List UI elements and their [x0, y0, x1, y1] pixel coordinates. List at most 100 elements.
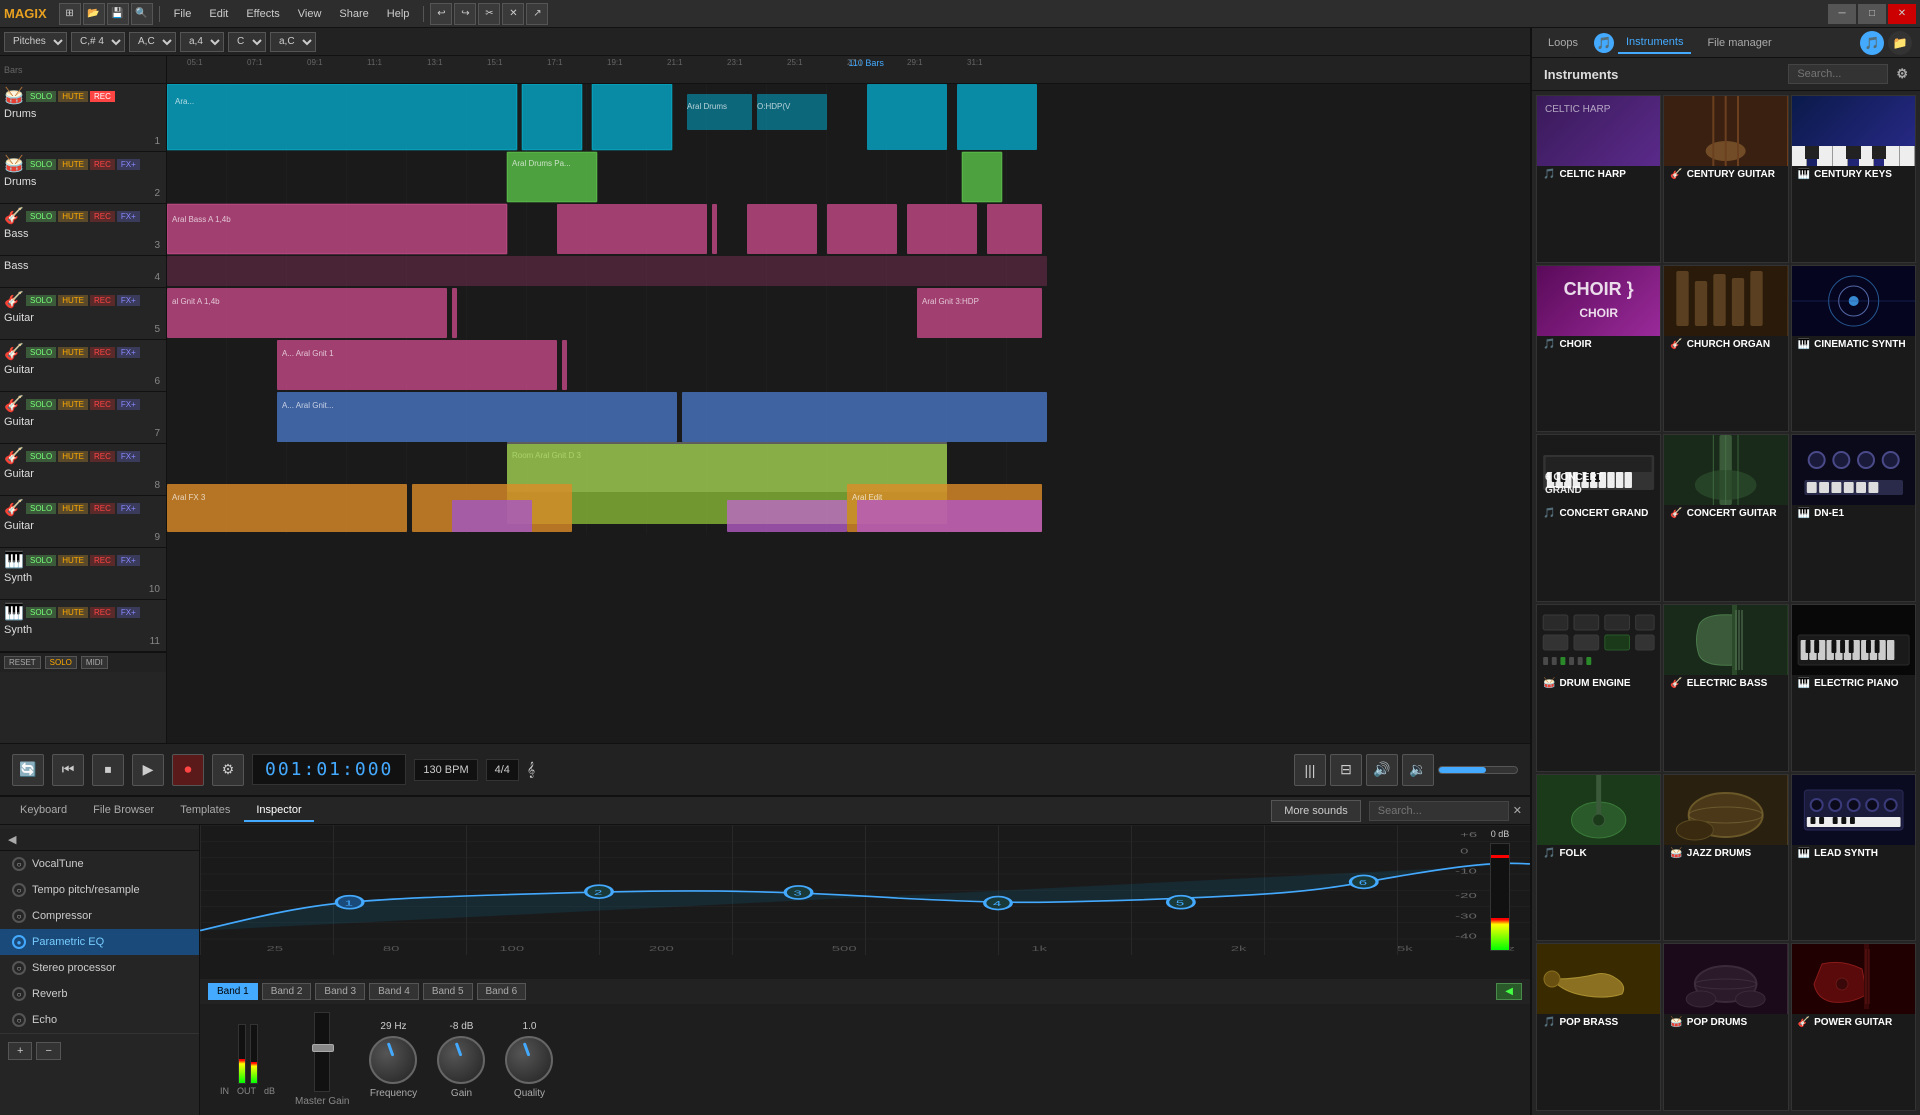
close-btn[interactable]: ✕ [1888, 4, 1916, 24]
tab-inspector[interactable]: Inspector [244, 800, 313, 822]
key-select-3[interactable]: a,4 [180, 32, 224, 52]
inst-top-tab-loops[interactable]: Loops [1540, 33, 1586, 53]
frequency-knob[interactable] [369, 1036, 417, 1084]
track-rec-1[interactable]: REC [90, 91, 115, 102]
minimize-btn[interactable]: ─ [1828, 4, 1856, 24]
midi-btn[interactable]: MIDI [81, 656, 108, 669]
inst-electric-bass[interactable]: 🎸 ELECTRIC BASS [1663, 604, 1788, 772]
play-btn[interactable]: ▶ [132, 754, 164, 786]
track-mute-10[interactable]: HUTE [58, 555, 88, 566]
fx-power-echo[interactable]: ○ [12, 1013, 26, 1027]
inst-cinematic-synth[interactable]: 🎹 CINEMATIC SYNTH [1791, 265, 1916, 433]
key-select-5[interactable]: a,C [270, 32, 316, 52]
settings-btn[interactable]: ⚙ [212, 754, 244, 786]
track-mute-1[interactable]: HUTE [58, 91, 88, 102]
track-solo-5[interactable]: SOLO [26, 295, 56, 306]
track-solo-9[interactable]: SOLO [26, 503, 56, 514]
more-sounds-button[interactable]: More sounds [1271, 800, 1361, 822]
loop-btn[interactable]: 🔄 [12, 754, 44, 786]
zoom-btn[interactable]: 🔍 [131, 3, 153, 25]
track-fx-10[interactable]: FX+ [117, 555, 140, 566]
track-solo-6[interactable]: SOLO [26, 347, 56, 358]
track-rec-11[interactable]: REC [90, 607, 115, 618]
timeline-ruler[interactable]: 110 Bars 05:1 07:1 09:1 11:1 13:1 15:1 1… [167, 56, 1530, 84]
fx-chain-collapse[interactable]: ◀ [8, 833, 16, 846]
track-solo-3[interactable]: SOLO [26, 211, 56, 222]
inst-church-organ[interactable]: 🎸 CHURCH ORGAN [1663, 265, 1788, 433]
inst-power-guitar[interactable]: 🎸 POWER GUITAR [1791, 943, 1916, 1111]
track-rec-10[interactable]: REC [90, 555, 115, 566]
track-fx-7[interactable]: FX+ [117, 399, 140, 410]
track-fx-5[interactable]: FX+ [117, 295, 140, 306]
inst-concert-grand[interactable]: 6 CONCERTGRAND 🎵 CONCERT GRAND [1536, 434, 1661, 602]
track-mute-7[interactable]: HUTE [58, 399, 88, 410]
inst-dn-e1[interactable]: 🎹 DN-E1 [1791, 434, 1916, 602]
fx-item-reverb[interactable]: ○ Reverb [0, 981, 199, 1007]
track-fx-6[interactable]: FX+ [117, 347, 140, 358]
view-btn-1[interactable]: ||| [1294, 754, 1326, 786]
eq-band-6-btn[interactable]: Band 6 [477, 983, 527, 1000]
undo-btn[interactable]: ↩ [430, 3, 452, 25]
inst-file-icon[interactable]: 📁 [1888, 31, 1912, 55]
track-mute-8[interactable]: HUTE [58, 451, 88, 462]
tab-keyboard[interactable]: Keyboard [8, 800, 79, 822]
volume-slider[interactable] [1438, 766, 1518, 774]
inst-folk[interactable]: 🎵 FOLK [1536, 774, 1661, 942]
track-mute-11[interactable]: HUTE [58, 607, 88, 618]
arrow-tool[interactable]: ↗ [526, 3, 548, 25]
menu-file[interactable]: File [166, 6, 200, 22]
track-fx-9[interactable]: FX+ [117, 503, 140, 514]
track-rec-6[interactable]: REC [90, 347, 115, 358]
tab-templates[interactable]: Templates [168, 800, 242, 822]
quality-knob[interactable] [505, 1036, 553, 1084]
track-fx-3[interactable]: FX+ [117, 211, 140, 222]
master-gain-thumb[interactable] [312, 1044, 334, 1052]
maximize-btn[interactable]: □ [1858, 4, 1886, 24]
eq-band-4-btn[interactable]: Band 4 [369, 983, 419, 1000]
view-btn-3[interactable]: 🔊 [1366, 754, 1398, 786]
close-tool[interactable]: ✕ [502, 3, 524, 25]
fx-item-vocaltune[interactable]: ○ VocalTune [0, 851, 199, 877]
track-solo-7[interactable]: SOLO [26, 399, 56, 410]
track-mute-6[interactable]: HUTE [58, 347, 88, 358]
view-btn-2[interactable]: ⊟ [1330, 754, 1362, 786]
track-solo-10[interactable]: SOLO [26, 555, 56, 566]
inst-top-tab-instruments[interactable]: Instruments [1618, 32, 1691, 54]
instruments-gear-icon[interactable]: ⚙ [1896, 66, 1908, 82]
inst-drum-engine[interactable]: 🥁 DRUM ENGINE [1536, 604, 1661, 772]
metronome-icon[interactable]: 𝄞 [527, 761, 535, 778]
track-rec-9[interactable]: REC [90, 503, 115, 514]
track-rec-3[interactable]: REC [90, 211, 115, 222]
tracks-viewport[interactable]: 110 Bars 05:1 07:1 09:1 11:1 13:1 15:1 1… [167, 56, 1530, 743]
track-solo-1[interactable]: SOLO [26, 91, 56, 102]
solo-all-btn[interactable]: SOLO [45, 656, 77, 669]
inst-top-tab-filemanager[interactable]: File manager [1699, 33, 1779, 53]
fx-item-stereo[interactable]: ○ Stereo processor [0, 955, 199, 981]
menu-view[interactable]: View [290, 6, 330, 22]
pitches-select[interactable]: Pitches [4, 32, 67, 52]
save-btn[interactable]: 💾 [107, 3, 129, 25]
fx-power-vocaltune[interactable]: ○ [12, 857, 26, 871]
eq-band-3-btn[interactable]: Band 3 [315, 983, 365, 1000]
fx-item-echo[interactable]: ○ Echo [0, 1007, 199, 1033]
gain-knob[interactable] [437, 1036, 485, 1084]
inst-electric-piano[interactable]: 🎹 ELECTRIC PIANO [1791, 604, 1916, 772]
fx-power-reverb[interactable]: ○ [12, 987, 26, 1001]
track-rec-2[interactable]: REC [90, 159, 115, 170]
fx-remove-btn[interactable]: − [36, 1042, 60, 1060]
open-btn[interactable]: 📂 [83, 3, 105, 25]
inst-view-icon[interactable]: 🎵 [1860, 31, 1884, 55]
track-solo-2[interactable]: SOLO [26, 159, 56, 170]
eq-band-1-btn[interactable]: Band 1 [208, 983, 258, 1000]
track-rec-5[interactable]: REC [90, 295, 115, 306]
track-mute-5[interactable]: HUTE [58, 295, 88, 306]
track-rec-7[interactable]: REC [90, 399, 115, 410]
track-rec-8[interactable]: REC [90, 451, 115, 462]
stop-btn[interactable]: ⏹ [92, 754, 124, 786]
track-mute-3[interactable]: HUTE [58, 211, 88, 222]
vol-down-btn[interactable]: 🔉 [1402, 754, 1434, 786]
track-mute-9[interactable]: HUTE [58, 503, 88, 514]
menu-share[interactable]: Share [331, 6, 376, 22]
rewind-btn[interactable]: ⏮ [52, 754, 84, 786]
fx-add-btn[interactable]: + [8, 1042, 32, 1060]
